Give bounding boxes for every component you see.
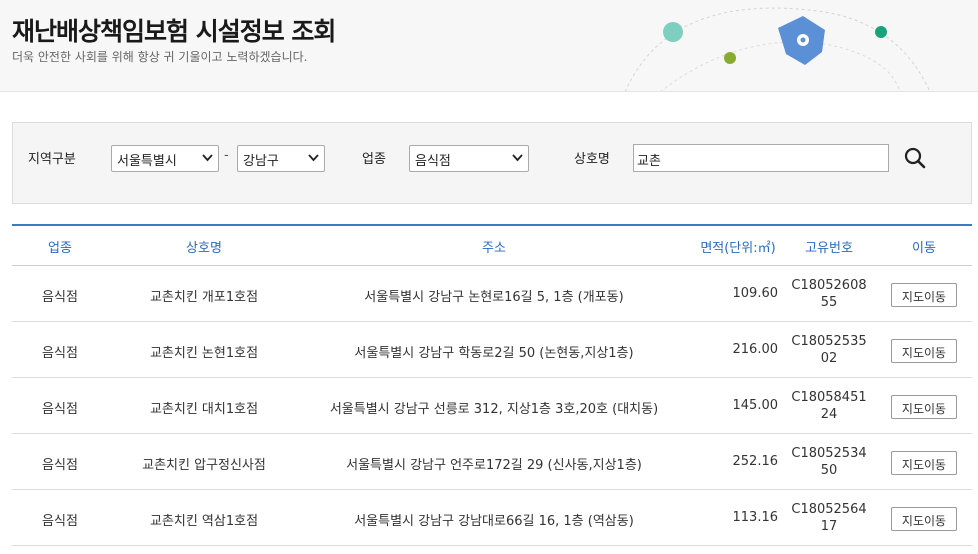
cell-id: C1805260855 xyxy=(791,278,867,310)
header-type: 업종 xyxy=(48,241,72,256)
cell-type: 음식점 xyxy=(42,402,78,417)
chevron-down-icon xyxy=(202,154,213,162)
business-name-label: 상호명 xyxy=(574,152,610,167)
cell-area: 252.16 xyxy=(732,454,779,469)
cell-type: 음식점 xyxy=(42,458,78,473)
cell-address: 서울특별시 강남구 강남대로66길 16, 1층 (역삼동) xyxy=(354,514,634,529)
cell-name: 교촌치킨 개포1호점 xyxy=(149,290,259,305)
cell-name: 교촌치킨 대치1호점 xyxy=(149,402,259,417)
cell-type: 음식점 xyxy=(42,514,78,529)
map-move-button[interactable]: 지도이동 xyxy=(891,507,957,531)
cell-address: 서울특별시 강남구 학동로2길 50 (논현동,지상1층) xyxy=(354,346,634,361)
cell-address: 서울특별시 강남구 선릉로 312, 지상1층 3호,20호 (대치동) xyxy=(329,402,659,417)
map-move-button[interactable]: 지도이동 xyxy=(891,339,957,363)
chevron-down-icon xyxy=(308,154,319,162)
cell-type: 음식점 xyxy=(42,290,78,305)
decor-dot-emerald xyxy=(875,26,887,38)
cell-name: 교촌치킨 압구정신사점 xyxy=(142,458,266,473)
business-type-select[interactable]: 음식점 xyxy=(409,145,529,172)
decor-dot-green xyxy=(724,52,736,64)
shield-location-icon xyxy=(778,16,825,65)
search-panel: 지역구분 서울특별시 - 강남구 업종 음식점 상호명 교촌 xyxy=(12,122,972,204)
table-row: 음식점 교촌치킨 역삼1호점 서울특별시 강남구 강남대로66길 16, 1층 … xyxy=(12,490,972,546)
map-move-button[interactable]: 지도이동 xyxy=(891,451,957,475)
business-type-label: 업종 xyxy=(362,152,386,167)
cell-address: 서울특별시 강남구 논현로16길 5, 1층 (개포동) xyxy=(364,290,624,305)
cell-name: 교촌치킨 논현1호점 xyxy=(149,346,259,361)
cell-id: C1805253450 xyxy=(791,446,867,478)
header-move: 이동 xyxy=(912,241,936,256)
map-move-button[interactable]: 지도이동 xyxy=(891,283,957,307)
cell-area: 113.16 xyxy=(732,510,779,525)
cell-area: 145.00 xyxy=(732,398,779,413)
facility-table: 업종 상호명 주소 면적(단위:㎡) 고유번호 이동 음식점 교촌치킨 개포1호… xyxy=(12,224,972,546)
district-select-value: 강남구 xyxy=(243,154,279,169)
map-move-button[interactable]: 지도이동 xyxy=(891,395,957,419)
table-row: 음식점 교촌치킨 논현1호점 서울특별시 강남구 학동로2길 50 (논현동,지… xyxy=(12,322,972,378)
cell-id: C1805253502 xyxy=(791,334,867,366)
cell-area: 109.60 xyxy=(732,286,779,301)
header-name: 상호명 xyxy=(186,241,222,256)
chevron-down-icon xyxy=(512,154,523,162)
business-type-select-value: 음식점 xyxy=(415,154,451,169)
cell-area: 216.00 xyxy=(732,342,779,357)
header-address: 주소 xyxy=(482,241,506,256)
cell-id: C1805256417 xyxy=(791,502,867,534)
search-icon[interactable] xyxy=(902,144,928,172)
page-subtitle: 더욱 안전한 사회를 위해 항상 귀 기울이고 노력하겠습니다. xyxy=(12,50,308,64)
page-header: 재난배상책임보험 시설정보 조회 더욱 안전한 사회를 위해 항상 귀 기울이고… xyxy=(0,0,978,92)
decor-dot-teal xyxy=(663,22,683,42)
header-area: 면적(단위:㎡) xyxy=(700,241,776,256)
table-row: 음식점 교촌치킨 개포1호점 서울특별시 강남구 논현로16길 5, 1층 (개… xyxy=(12,266,972,322)
region-select[interactable]: 서울특별시 xyxy=(111,145,219,172)
cell-name: 교촌치킨 역삼1호점 xyxy=(149,514,259,529)
table-header: 업종 상호명 주소 면적(단위:㎡) 고유번호 이동 xyxy=(12,226,972,266)
table-row: 음식점 교촌치킨 대치1호점 서울특별시 강남구 선릉로 312, 지상1층 3… xyxy=(12,378,972,434)
header-decoration xyxy=(624,7,931,91)
district-select[interactable]: 강남구 xyxy=(237,145,325,172)
range-separator: - xyxy=(224,148,229,163)
business-name-input[interactable]: 교촌 xyxy=(633,144,889,172)
page-title: 재난배상책임보험 시설정보 조회 xyxy=(12,17,336,46)
cell-address: 서울특별시 강남구 언주로172길 29 (신사동,지상1층) xyxy=(346,458,642,473)
header-id: 고유번호 xyxy=(805,241,853,256)
cell-id: C1805845124 xyxy=(791,390,867,422)
region-select-value: 서울특별시 xyxy=(117,154,177,169)
cell-type: 음식점 xyxy=(42,346,78,361)
region-label: 지역구분 xyxy=(28,152,76,167)
table-row: 음식점 교촌치킨 압구정신사점 서울특별시 강남구 언주로172길 29 (신사… xyxy=(12,434,972,490)
